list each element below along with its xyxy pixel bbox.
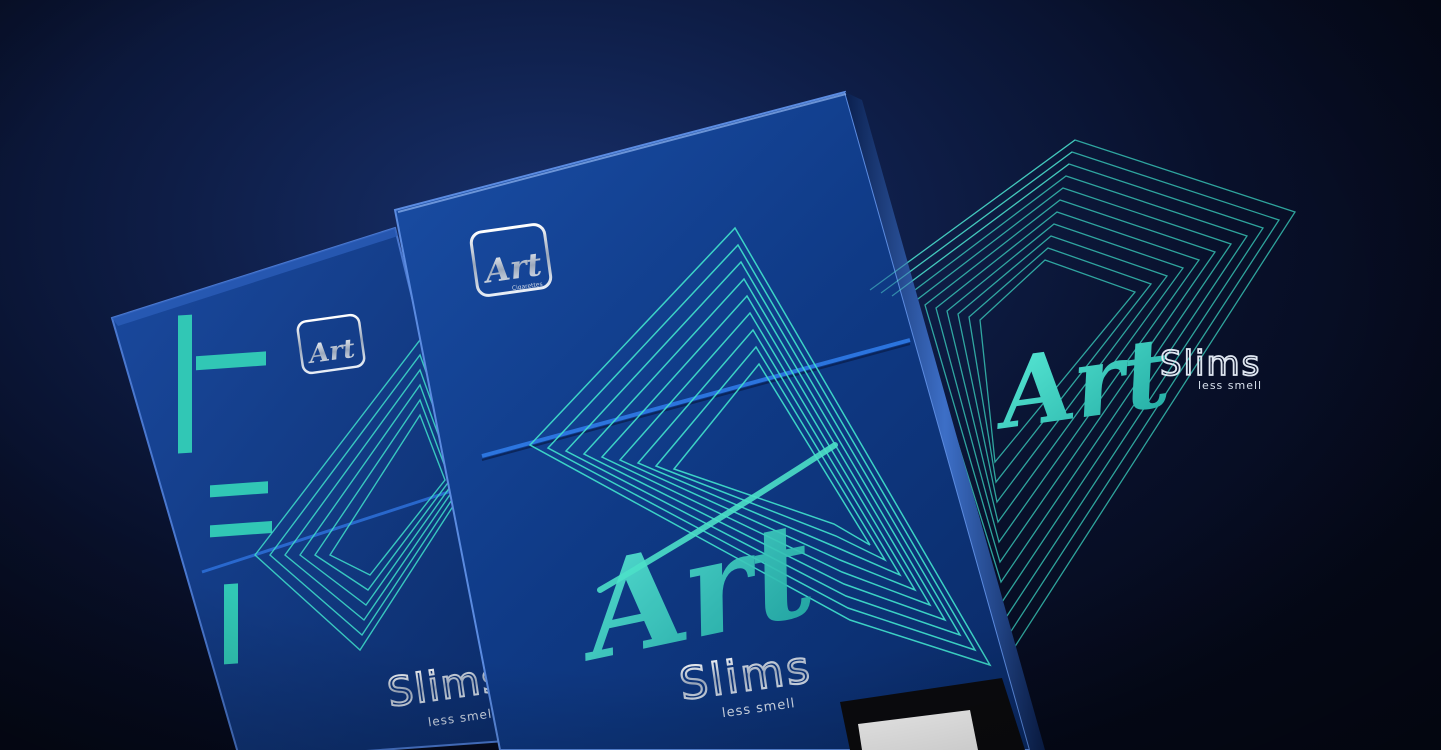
right-tagline: less smell — [1198, 379, 1262, 392]
right-art-script: Art — [984, 315, 1175, 452]
right-logo-group: Art Slims less smell — [984, 315, 1262, 452]
front-pack: Art Cigarettes Art Slims less smell — [393, 90, 1045, 750]
right-slims-word: Slims — [1160, 344, 1261, 384]
product-scene: Art Slims less smell Art Slims less smel… — [110, 90, 1297, 750]
